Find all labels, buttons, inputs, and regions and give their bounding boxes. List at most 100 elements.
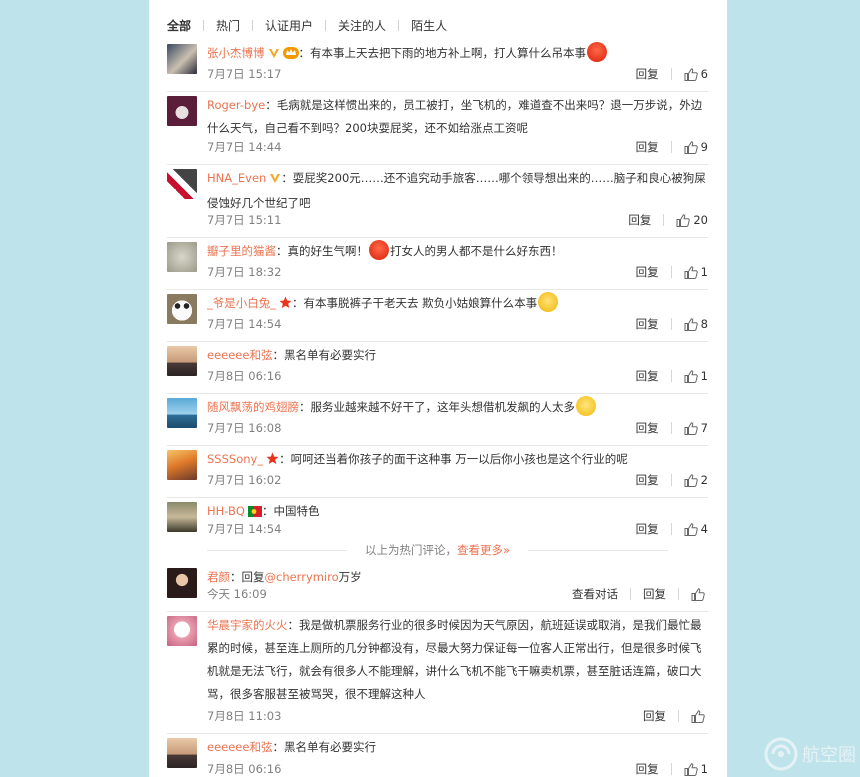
comment-username[interactable]: SSSSony_ [207,452,263,466]
action-divider [670,318,672,330]
comment-body: ：黑名单有必要实行 [272,348,376,362]
comment-meta: 7月7日 15:11 回复 20 [207,211,708,229]
avatar[interactable] [167,294,197,324]
like-button[interactable]: 2 [684,471,708,489]
comment-username[interactable]: HH-BQ [207,504,245,518]
see-more-link[interactable]: 查看更多» [457,543,510,557]
like-button[interactable]: 1 [684,760,708,777]
comment-meta: 7月7日 14:54 回复 4 [207,520,708,538]
tab-all[interactable]: 全部 [167,17,191,34]
like-button[interactable]: 1 [684,367,708,385]
verified-icon [269,169,281,192]
comment-body: ：有本事脱裤子干老天去 欺负小姑娘算什么本事 [292,296,538,310]
reply-button[interactable]: 回复 [643,585,666,603]
comment-meta: 7月7日 16:08 回复 7 [207,419,708,437]
thumbs-up-icon [684,317,698,331]
reply-button[interactable]: 回复 [636,263,659,281]
comment-username[interactable]: 张小杰博博 [207,46,265,60]
action-divider [670,763,672,775]
avatar[interactable] [167,346,197,376]
avatar[interactable] [167,96,197,126]
comment-filter-tabs: 全部 热门 认证用户 关注的人 陌生人 [167,16,447,34]
comment-time: 7月8日 11:03 [207,709,282,723]
like-button[interactable]: 20 [676,211,708,229]
like-count: 1 [700,265,708,279]
comment-username[interactable]: eeeeee和弦 [207,740,272,754]
like-button[interactable]: 8 [684,315,708,333]
like-button[interactable] [691,709,708,723]
avatar[interactable] [167,502,197,532]
tab-following[interactable]: 关注的人 [338,17,386,34]
comment-body: ：有本事上天去把下雨的地方补上啊，打人算什么吊本事 [298,46,587,60]
comment-username[interactable]: 君颜 [207,570,230,584]
comment-body: ：耍屁奖200元……还不追究动手旅客……哪个领导想出来的……脑子和良心被狗屎侵蚀… [207,171,706,210]
comment-time: 7月7日 14:54 [207,317,282,331]
action-divider [678,588,679,600]
comment-body: ：回复 [230,570,265,584]
member-crown-icon [282,44,299,67]
reply-button[interactable]: 回复 [636,419,659,437]
like-button[interactable]: 9 [684,138,708,156]
reply-button[interactable]: 回复 [643,707,666,725]
tab-verified-users[interactable]: 认证用户 [265,17,313,34]
avatar[interactable] [167,568,197,598]
avatar[interactable] [167,738,197,768]
avatar[interactable] [167,616,197,646]
action-divider [670,141,672,153]
comment-username[interactable]: 随风飘荡的鸡翅膀 [207,400,299,414]
comment-panel: 全部 热门 认证用户 关注的人 陌生人 张小杰博博 ：有本事上天去把下雨的地方补上… [149,0,727,777]
like-button[interactable]: 1 [684,263,708,281]
like-button[interactable]: 4 [684,520,708,538]
comment-username[interactable]: 瓣子里的猫酱 [207,244,276,258]
comment-meta: 7月7日 14:44 回复 9 [207,138,708,156]
comment-username[interactable]: 华晨宇家的火火 [207,618,288,632]
like-button[interactable]: 6 [684,65,708,83]
tab-divider [325,19,327,31]
comment-time: 7月7日 18:32 [207,265,282,279]
like-button[interactable] [691,587,708,601]
thumbs-up-icon [684,369,698,383]
reply-button[interactable]: 回复 [636,315,659,333]
avatar[interactable] [167,169,197,199]
comment-actions: 回复 20 [628,211,708,229]
comment-item: 瓣子里的猫酱：真的好生气啊！ 打女人的男人都不是什么好东西！ 7月7日 18:32… [167,238,708,290]
like-button[interactable]: 7 [684,419,708,437]
comment-username[interactable]: eeeeee和弦 [207,348,272,362]
reply-button[interactable]: 回复 [636,65,659,83]
avatar[interactable] [167,44,197,74]
avatar[interactable] [167,242,197,272]
reply-button[interactable]: 回复 [628,211,651,229]
comment-actions: 回复 1 [636,367,708,385]
comment-body: ：中国特色 [261,504,320,518]
comment-item: 君颜：回复@cherrymiro万岁 今天 16:09 查看对话 回复 [167,564,708,612]
comment-time: 7月7日 16:02 [207,473,282,487]
action-divider [670,68,672,80]
like-count: 20 [693,213,708,227]
comment-body: ：呵呵还当着你孩子的面干这种事 万一以后你小孩也是这个行业的呢 [279,452,628,466]
thumbs-up-icon [691,587,705,601]
comment-actions: 回复 6 [636,65,708,83]
comment-username[interactable]: _爷是小白兔_ [207,296,276,310]
comment-body: 打女人的男人都不是什么好东西！ [390,244,563,258]
comment-meta: 7月8日 11:03 回复 [207,707,708,725]
like-count: 4 [700,522,708,536]
reply-button[interactable]: 回复 [636,138,659,156]
tab-strangers[interactable]: 陌生人 [411,17,447,34]
comment-username[interactable]: HNA_Even [207,171,266,185]
comment-item: eeeeee和弦：黑名单有必要实行 7月8日 06:16 回复 1 [167,734,708,777]
reply-button[interactable]: 回复 [636,471,659,489]
comment-username[interactable]: Roger-bye [207,98,265,112]
angry-face-icon [369,240,389,260]
reply-button[interactable]: 回复 [636,520,659,538]
tab-hot[interactable]: 热门 [216,17,240,34]
comment-time: 7月7日 16:08 [207,421,282,435]
reply-button[interactable]: 回复 [636,367,659,385]
avatar[interactable] [167,450,197,480]
comment-text: 瓣子里的猫酱：真的好生气啊！ 打女人的男人都不是什么好东西！ [207,240,707,263]
comment-actions: 回复 8 [636,315,708,333]
view-conversation-button[interactable]: 查看对话 [572,585,618,603]
avatar[interactable] [167,398,197,428]
mention-link[interactable]: @cherrymiro [265,570,339,584]
reply-button[interactable]: 回复 [636,760,659,777]
comment-meta: 7月7日 16:02 回复 2 [207,471,708,489]
